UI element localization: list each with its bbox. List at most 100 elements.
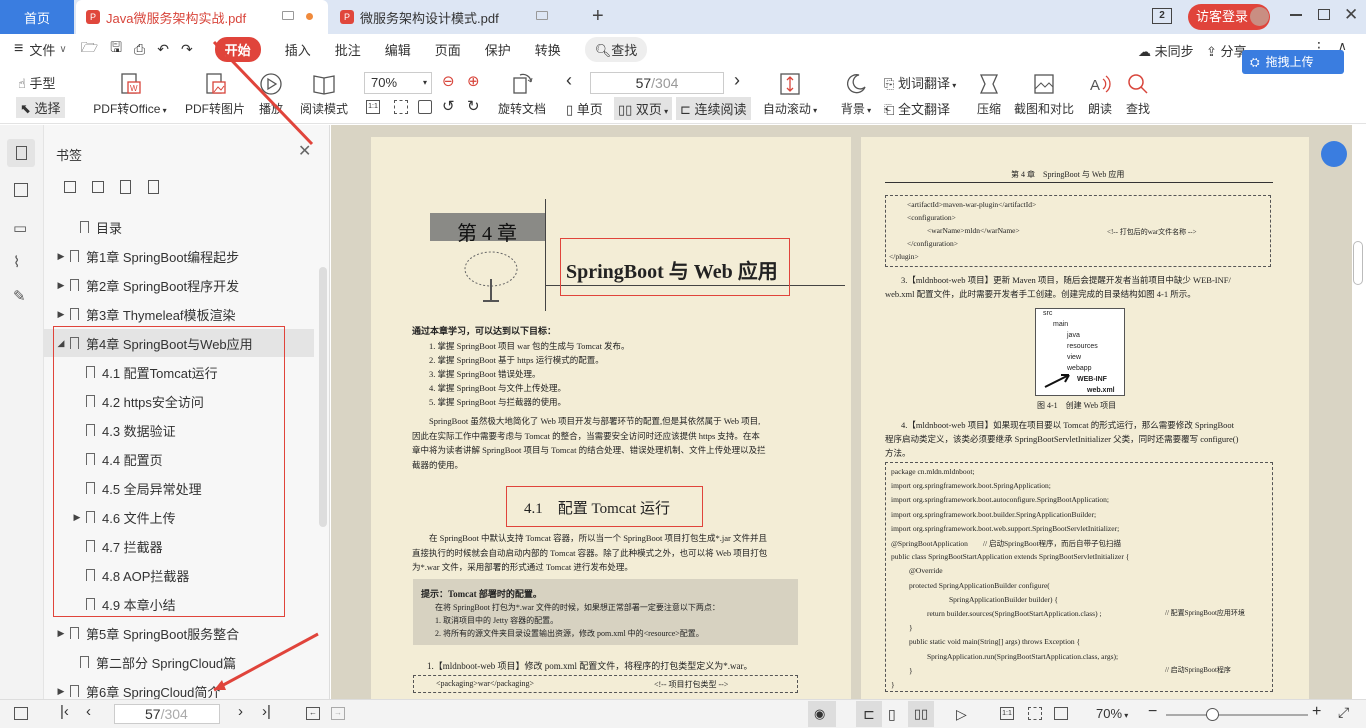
prev-page-icon[interactable]: ‹ — [86, 703, 91, 720]
first-page-icon[interactable]: |‹ — [60, 703, 69, 720]
compress-button[interactable]: 压缩 — [972, 72, 1006, 117]
double-page-button[interactable]: ▯▯ 双页 ▾ — [614, 97, 673, 120]
expand-arrow-icon[interactable]: ▶ — [56, 628, 66, 639]
full-translate-button[interactable]: ⎗ 全文翻译 — [884, 99, 950, 118]
sync-status[interactable]: ☁ 未同步 — [1138, 41, 1194, 60]
signature-icon[interactable]: ✎ — [13, 287, 26, 305]
tab-active-document[interactable]: P Java微服务架构实战.pdf — [76, 0, 328, 34]
menu-page[interactable]: 页面 — [435, 40, 461, 59]
continuous-read-button[interactable]: ⊏ 连续阅读 — [676, 97, 751, 120]
actual-size-icon[interactable]: 1:1 — [1000, 707, 1014, 720]
single-page-icon[interactable]: ▯ — [888, 706, 896, 723]
menu-file[interactable]: 文件 — [29, 40, 55, 59]
menu-convert[interactable]: 转换 — [535, 40, 561, 59]
thumbnail-icon[interactable] — [14, 183, 28, 197]
status-zoom[interactable]: 70% ▾ — [1096, 706, 1128, 721]
bookmark-item[interactable]: 第二部分 SpringCloud篇 — [44, 648, 314, 676]
rotate-right-icon[interactable]: ↻ — [467, 97, 480, 115]
bookmark-item[interactable]: ▶ 第3章 Thymeleaf模板渲染 — [44, 300, 314, 328]
play-icon[interactable]: ▷ — [956, 706, 967, 723]
next-page-icon[interactable]: › — [734, 70, 740, 91]
read-aloud-button[interactable]: A 朗读 — [1086, 72, 1114, 117]
share-button[interactable]: ⇪ 分享 — [1206, 41, 1247, 60]
bookmark-item[interactable]: 目录 — [44, 213, 314, 241]
undo-icon[interactable]: ↶ — [157, 41, 169, 58]
restore-icon[interactable] — [1318, 9, 1330, 20]
continuous-mode-icon[interactable]: ⊏ — [856, 701, 882, 727]
auto-scroll-button[interactable]: 自动滚动 ▾ — [760, 72, 820, 117]
menu-annotate[interactable]: 批注 — [335, 40, 361, 59]
fit-width-icon[interactable] — [418, 100, 432, 114]
panel-scrollbar[interactable] — [319, 267, 327, 527]
expand-all-icon[interactable] — [64, 181, 76, 193]
last-page-icon[interactable]: ›| — [262, 703, 271, 720]
minimize-icon[interactable] — [1290, 14, 1302, 16]
menu-start[interactable]: 开始 — [214, 36, 261, 62]
double-page-icon[interactable]: ▯▯ — [908, 701, 934, 727]
attachment-icon[interactable]: ⌇ — [13, 253, 20, 271]
word-translate-button[interactable]: ⎘ 划词翻译 ▾ — [884, 73, 956, 92]
screen-icon[interactable] — [536, 11, 548, 20]
rotate-document-button[interactable]: 旋转文档 — [494, 72, 550, 117]
avatar[interactable] — [1250, 7, 1269, 26]
background-button[interactable]: 背景 ▾ — [838, 72, 874, 117]
menu-protect[interactable]: 保护 — [485, 40, 511, 59]
select-tool[interactable]: ⬉ 选择 — [16, 97, 65, 118]
eye-protection-button[interactable]: ◉ — [808, 701, 836, 727]
menu-edit[interactable]: 编辑 — [385, 40, 411, 59]
play-button[interactable]: 播放 — [256, 72, 286, 117]
zoom-in-icon[interactable]: + — [1312, 703, 1321, 721]
status-page-input[interactable]: 57/304 — [114, 704, 220, 724]
sidebar-toggle-icon[interactable] — [14, 707, 28, 720]
close-panel-icon[interactable]: ✕ — [298, 141, 311, 161]
bookmark-item[interactable]: ▶ 第2章 SpringBoot程序开发 — [44, 271, 314, 299]
drag-upload-button[interactable]: ⛭ 拖拽上传 — [1242, 50, 1344, 74]
hamburger-icon[interactable]: ≡ — [14, 40, 23, 58]
redo-icon[interactable]: ↷ — [181, 41, 193, 58]
tab-second-document[interactable]: P 微服务架构设计模式.pdf — [330, 0, 578, 34]
chevron-down-icon[interactable]: ∨ — [59, 44, 66, 55]
fit-page-icon[interactable] — [1028, 707, 1042, 720]
fullscreen-icon[interactable]: ⤢ — [1338, 704, 1349, 721]
prev-page-icon[interactable]: ‹ — [566, 70, 572, 91]
zoom-slider[interactable] — [1166, 714, 1308, 716]
comment-icon[interactable]: ▭ — [13, 219, 27, 237]
read-mode-button[interactable]: 阅读模式 — [298, 72, 350, 117]
search-box[interactable]: 🔍︎查找 — [584, 36, 648, 62]
find-button[interactable]: 查找 — [1124, 72, 1152, 117]
floating-tool-button[interactable] — [1321, 141, 1347, 167]
zoom-select[interactable]: 70% ▾ — [364, 72, 432, 94]
bookmark-panel-button[interactable] — [7, 139, 35, 167]
expand-arrow-icon[interactable]: ▶ — [56, 309, 66, 320]
fit-page-icon[interactable] — [394, 100, 408, 114]
expand-arrow-icon[interactable]: ▶ — [56, 280, 66, 291]
zoom-out-icon[interactable]: − — [1148, 703, 1157, 721]
open-folder-icon[interactable]: 🗁 — [81, 37, 98, 61]
next-page-icon[interactable]: › — [238, 703, 243, 720]
window-count-badge[interactable]: 2 — [1152, 8, 1172, 24]
expand-arrow-icon[interactable]: ▶ — [56, 251, 66, 262]
add-bookmark-icon[interactable] — [120, 180, 131, 194]
page-number-input[interactable]: 57/304 — [590, 72, 724, 94]
print-icon[interactable]: ⎙ — [134, 41, 145, 58]
bookmark-item[interactable]: ▶ 第5章 SpringBoot服务整合 — [44, 619, 314, 647]
single-page-button[interactable]: ▯ 单页 — [566, 99, 603, 118]
back-icon[interactable]: ← — [306, 707, 320, 720]
bookmark-outline-icon[interactable] — [148, 180, 159, 194]
bookmark-item[interactable]: ▶ 第1章 SpringBoot编程起步 — [44, 242, 314, 270]
save-icon[interactable]: 🖫 — [110, 37, 122, 61]
expand-arrow-icon[interactable]: ▶ — [56, 686, 66, 697]
zoom-out-icon[interactable]: ⊖ — [442, 72, 455, 90]
collapse-all-icon[interactable] — [92, 181, 104, 193]
forward-icon[interactable]: → — [331, 707, 345, 720]
pdf-to-image-button[interactable]: PDF转图片 — [184, 72, 246, 117]
doc-scrollbar[interactable] — [1353, 241, 1363, 285]
close-window-icon[interactable]: ✕ — [1344, 5, 1358, 25]
hand-tool[interactable]: ☝ 手型 — [18, 73, 56, 92]
rotate-left-icon[interactable]: ↺ — [442, 97, 455, 115]
screen-icon[interactable] — [282, 11, 294, 20]
new-tab-icon[interactable]: + — [592, 5, 604, 28]
zoom-in-icon[interactable]: ⊕ — [467, 72, 480, 90]
tab-home[interactable]: 首页 — [0, 0, 74, 34]
actual-size-icon[interactable]: 1:1 — [366, 100, 380, 114]
